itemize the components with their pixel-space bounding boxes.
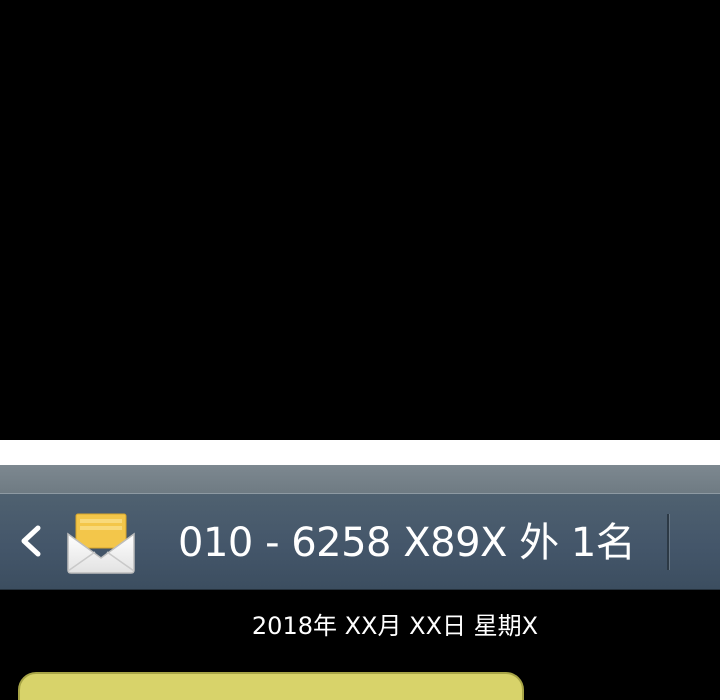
envelope-icon xyxy=(66,512,136,574)
message-bubble[interactable] xyxy=(18,672,524,700)
back-button[interactable] xyxy=(12,520,48,562)
header-divider xyxy=(667,514,670,570)
blank-area xyxy=(0,0,720,440)
chevron-left-icon xyxy=(21,525,41,557)
conversation-title: 010 - 6258 X89X 外 1名 xyxy=(178,520,636,566)
messaging-screen: 010 - 6258 X89X 外 1名 ⋮ 2018年 XX月 XX日 星期X xyxy=(0,0,720,700)
status-strip xyxy=(0,465,720,493)
overflow-menu-icon[interactable]: ⋮ xyxy=(714,534,720,554)
conversation-header: 010 - 6258 X89X 外 1名 ⋮ xyxy=(0,493,720,590)
date-separator: 2018年 XX月 XX日 星期X xyxy=(251,612,539,640)
panel-separator xyxy=(0,440,720,465)
